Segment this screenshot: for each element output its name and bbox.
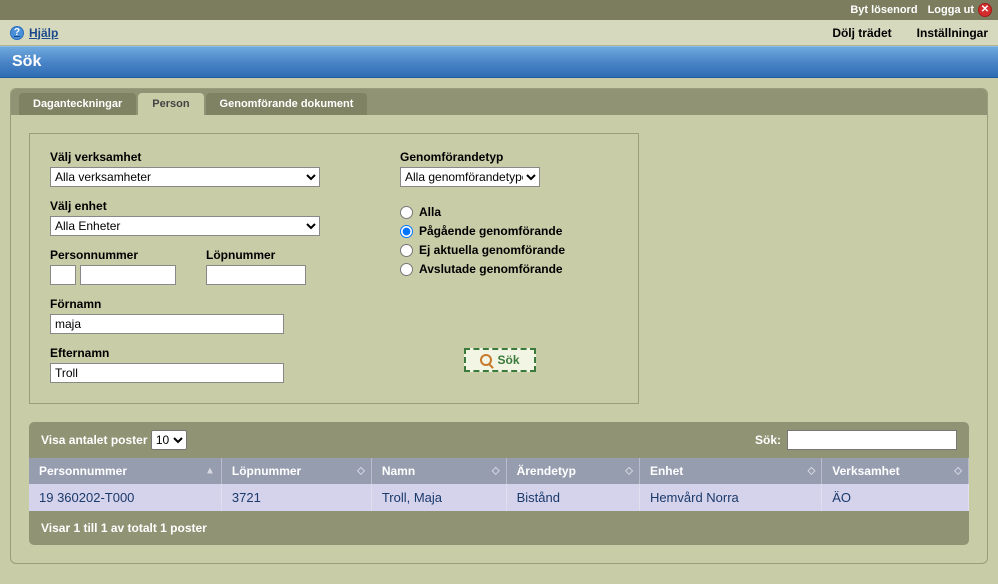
table-row[interactable]: 19 360202-T000 3721 Troll, Maja Bistånd …: [29, 484, 969, 511]
results-table: Personnummer ▲ Löpnummer ◇ Namn ◇ Ärende…: [29, 458, 969, 511]
tab-person[interactable]: Person: [138, 93, 203, 115]
genomforandetyp-select[interactable]: Alla genomförandetyper: [400, 167, 540, 187]
tab-daganteckningar[interactable]: Daganteckningar: [19, 93, 136, 115]
tab-content: Välj verksamhet Alla verksamheter Välj e…: [11, 115, 987, 563]
main-panel: Daganteckningar Person Genomförande doku…: [10, 88, 988, 564]
close-icon: ✕: [978, 3, 992, 17]
datatable-footer-text: Visar 1 till 1 av totalt 1 poster: [41, 521, 207, 535]
search-button[interactable]: Sök: [464, 348, 535, 372]
show-entries-label: Visa antalet poster: [41, 433, 148, 447]
page-title-bar: Sök: [0, 46, 998, 78]
cell-verksamhet: ÄO: [822, 484, 969, 511]
personnummer-prefix-input[interactable]: [50, 265, 76, 285]
page-title: Sök: [12, 53, 41, 70]
datatable-footer: Visar 1 till 1 av totalt 1 poster: [29, 511, 969, 545]
cell-arendetyp: Bistånd: [506, 484, 639, 511]
lopnummer-input[interactable]: [206, 265, 306, 285]
efternamn-label: Efternamn: [50, 346, 350, 360]
radio-pagaende[interactable]: Pågående genomförande: [400, 224, 600, 238]
efternamn-input[interactable]: [50, 363, 284, 383]
radio-alla[interactable]: Alla: [400, 205, 600, 219]
sort-icon: ◇: [808, 466, 816, 477]
fornamn-input[interactable]: [50, 314, 284, 334]
change-password-link[interactable]: Byt lösenord: [850, 4, 917, 16]
tab-genomforande[interactable]: Genomförande dokument: [206, 93, 368, 115]
sort-icon: ◇: [492, 466, 500, 477]
genomforandetyp-label: Genomförandetyp: [400, 150, 600, 164]
personnummer-input[interactable]: [80, 265, 176, 285]
personnummer-label: Personnummer: [50, 248, 176, 262]
th-namn[interactable]: Namn ◇: [371, 458, 506, 484]
cell-personnummer: 19 360202-T000: [29, 484, 221, 511]
verksamhet-label: Välj verksamhet: [50, 150, 350, 164]
tab-strip: Daganteckningar Person Genomförande doku…: [11, 89, 987, 115]
logout-label: Logga ut: [928, 4, 974, 16]
enhet-label: Välj enhet: [50, 199, 350, 213]
enhet-select[interactable]: Alla Enheter: [50, 216, 320, 236]
logout-link[interactable]: Logga ut ✕: [928, 3, 992, 17]
search-form: Välj verksamhet Alla verksamheter Välj e…: [29, 133, 639, 404]
sort-icon: ◇: [625, 466, 633, 477]
radio-avslutade-input[interactable]: [400, 263, 413, 276]
radio-ej-aktuella[interactable]: Ej aktuella genomförande: [400, 243, 600, 257]
th-lopnummer[interactable]: Löpnummer ◇: [221, 458, 371, 484]
table-search-input[interactable]: [787, 430, 957, 450]
cell-enhet: Hemvård Norra: [639, 484, 821, 511]
radio-ej-aktuella-input[interactable]: [400, 244, 413, 257]
top-login-bar: Byt lösenord Logga ut ✕: [0, 0, 998, 20]
datatable-controls: Visa antalet poster 10 Sök:: [29, 422, 969, 458]
table-search-label: Sök:: [755, 433, 781, 447]
help-label: Hjälp: [29, 26, 58, 40]
th-verksamhet[interactable]: Verksamhet ◇: [822, 458, 969, 484]
radio-pagaende-input[interactable]: [400, 225, 413, 238]
verksamhet-select[interactable]: Alla verksamheter: [50, 167, 320, 187]
search-icon: [480, 354, 492, 366]
sort-icon: ◇: [954, 466, 962, 477]
th-enhet[interactable]: Enhet ◇: [639, 458, 821, 484]
help-link[interactable]: ? Hjälp: [10, 26, 58, 40]
radio-alla-input[interactable]: [400, 206, 413, 219]
sort-icon: ▲: [205, 466, 215, 477]
cell-namn: Troll, Maja: [371, 484, 506, 511]
th-arendetyp[interactable]: Ärendetyp ◇: [506, 458, 639, 484]
radio-avslutade[interactable]: Avslutade genomförande: [400, 262, 600, 276]
help-icon: ?: [10, 26, 24, 40]
status-radio-group: Alla Pågående genomförande Ej aktuella g…: [400, 205, 600, 276]
hide-tree-link[interactable]: Dölj trädet: [832, 26, 891, 40]
sort-icon: ◇: [357, 466, 365, 477]
secondary-bar: ? Hjälp Dölj trädet Inställningar: [0, 20, 998, 46]
lopnummer-label: Löpnummer: [206, 248, 306, 262]
fornamn-label: Förnamn: [50, 297, 350, 311]
show-entries-select[interactable]: 10: [151, 430, 187, 450]
search-button-label: Sök: [497, 353, 519, 367]
settings-link[interactable]: Inställningar: [917, 26, 988, 40]
cell-lopnummer: 3721: [221, 484, 371, 511]
th-personnummer[interactable]: Personnummer ▲: [29, 458, 221, 484]
